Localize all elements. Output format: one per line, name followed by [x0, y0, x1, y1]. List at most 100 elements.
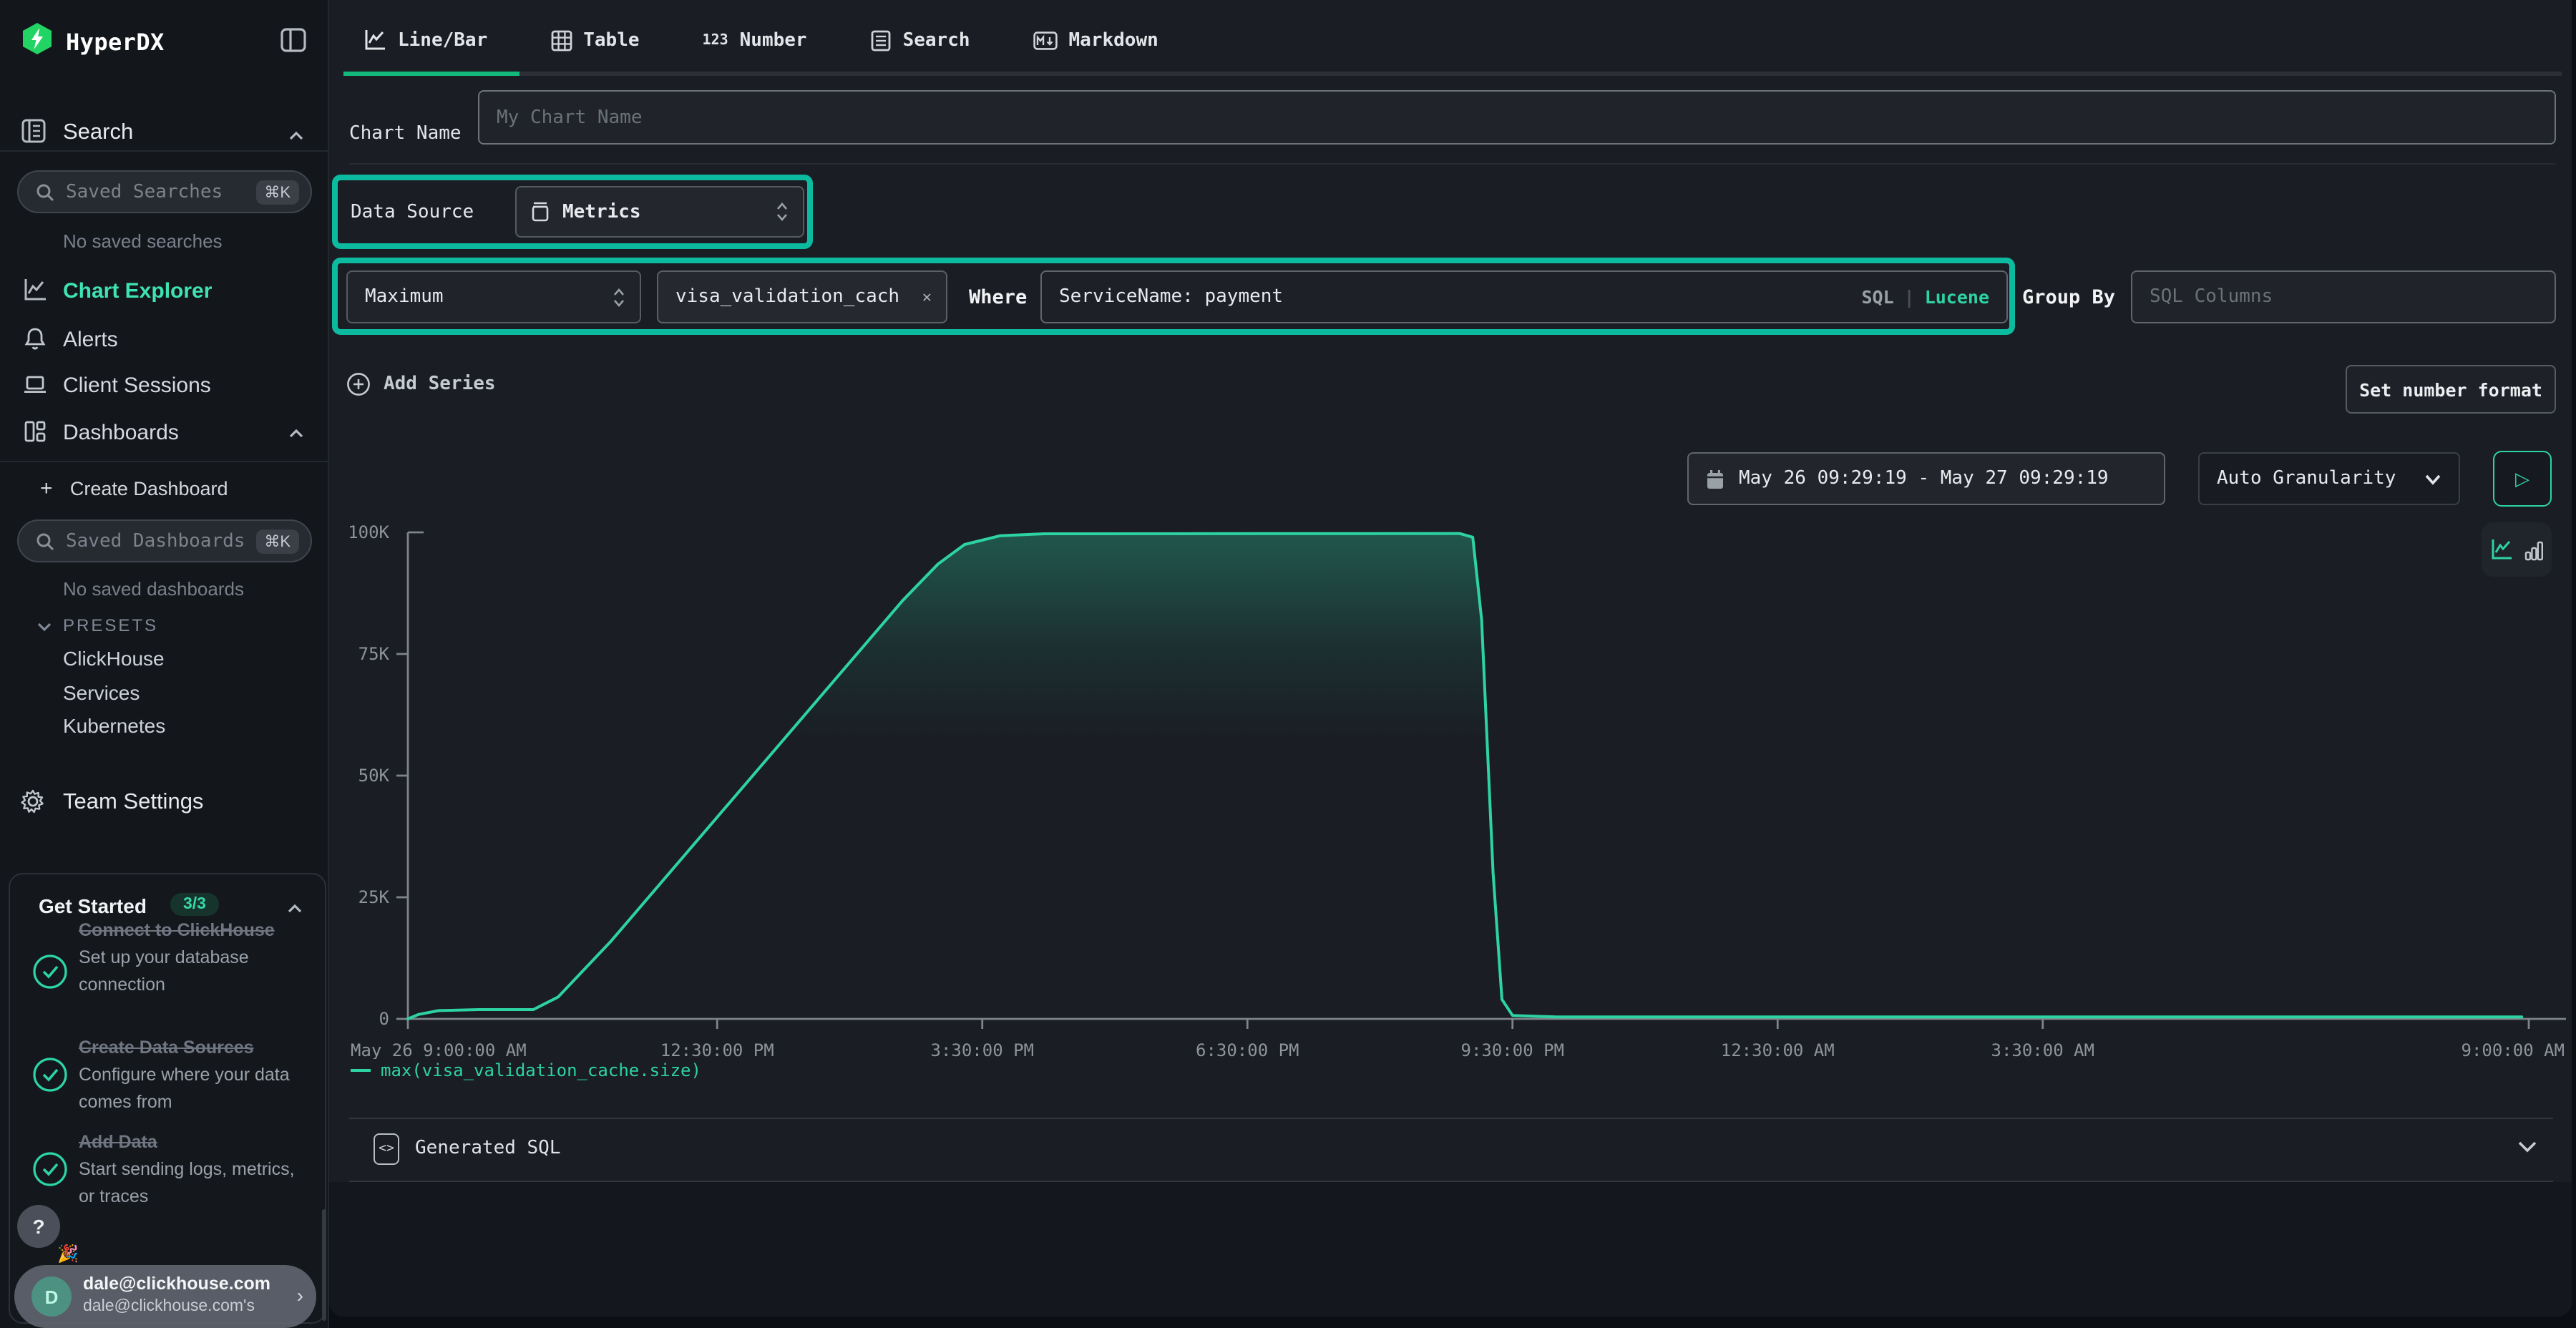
preset-clickhouse[interactable]: ClickHouse: [63, 647, 165, 670]
close-icon[interactable]: ✕: [922, 288, 932, 306]
generated-sql-row[interactable]: <> Generated SQL: [329, 1118, 2572, 1181]
help-button[interactable]: ?: [17, 1205, 60, 1248]
chevron-right-icon: ›: [297, 1284, 303, 1307]
sidebar-collapse-icon[interactable]: [280, 27, 306, 53]
tab-search[interactable]: Search: [850, 11, 990, 69]
laptop-icon: [23, 372, 47, 396]
saved-searches-placeholder: Saved Searches: [66, 181, 255, 202]
chevron-down-icon[interactable]: [2517, 1141, 2537, 1153]
database-icon: [531, 202, 550, 222]
chevron-up-icon[interactable]: [286, 126, 306, 146]
chart-legend[interactable]: max(visa_validation_cache.size): [351, 1060, 701, 1080]
where-input[interactable]: ServiceName: payment SQL|Lucene: [1040, 270, 2008, 323]
sidebar-section-search[interactable]: Search: [63, 120, 133, 146]
search-icon: [36, 532, 54, 550]
saved-dashboards-input[interactable]: Saved Dashboards ⌘K: [17, 519, 312, 562]
get-started-progress-badge: 3/3: [170, 893, 219, 916]
sidebar-item-alerts[interactable]: Alerts: [0, 321, 329, 361]
get-started-item-title: Add Data: [79, 1129, 308, 1156]
svg-text:50K: 50K: [358, 766, 390, 786]
preset-kubernetes[interactable]: Kubernetes: [63, 714, 165, 737]
no-saved-dashboards-text: No saved dashboards: [63, 578, 244, 600]
sidebar-item-client-sessions[interactable]: Client Sessions: [0, 366, 329, 406]
shortcut-badge: ⌘K: [255, 529, 299, 553]
svg-text:0: 0: [379, 1009, 389, 1029]
date-range-input[interactable]: May 26 09:29:19 - May 27 09:29:19: [1687, 452, 2165, 505]
get-started-item[interactable]: Create Data Sources Configure where your…: [79, 1035, 308, 1116]
metric-chip-label: visa_validation_cach: [675, 286, 899, 308]
tab-markdown[interactable]: Markdown: [1013, 11, 1179, 69]
sidebar-scrollbar[interactable]: [322, 1209, 326, 1321]
tab-line-bar[interactable]: Line/Bar: [343, 11, 507, 69]
get-started-item[interactable]: Add Data Start sending logs, metrics, or…: [79, 1129, 308, 1211]
app-viewport: HyperDX Search Saved Searches ⌘K No save…: [0, 0, 2576, 1328]
sidebar-item-label: Chart Explorer: [63, 279, 212, 303]
sidebar-item-dashboards[interactable]: Dashboards: [0, 414, 329, 454]
saved-dashboards-placeholder: Saved Dashboards: [66, 530, 255, 552]
tab-number[interactable]: 123 Number: [683, 11, 827, 69]
set-number-format-button[interactable]: Set number format: [2346, 365, 2556, 414]
add-series-button[interactable]: Add Series: [346, 372, 496, 396]
get-started-item-title: Create Data Sources: [79, 1035, 308, 1062]
presets-header[interactable]: PRESETS: [63, 615, 158, 635]
code-icon: <>: [374, 1133, 399, 1165]
chevron-up-icon[interactable]: [285, 899, 305, 919]
get-started-title: Get Started: [39, 894, 147, 917]
get-started-item-desc: Configure where your data comes from: [79, 1062, 308, 1116]
aggregation-value: Maximum: [365, 286, 444, 308]
select-chevrons-icon: [613, 287, 625, 307]
sidebar-item-label: Alerts: [63, 328, 118, 352]
get-started-panel: Get Started 3/3 Connect to ClickHouse Se…: [9, 873, 326, 1324]
svg-text:12:30:00 PM: 12:30:00 PM: [660, 1040, 774, 1059]
user-menu[interactable]: D dale@clickhouse.com dale@clickhouse.co…: [14, 1265, 316, 1328]
aggregation-select[interactable]: Maximum: [346, 270, 641, 323]
metric-chip[interactable]: visa_validation_cach ✕: [657, 270, 947, 323]
granularity-select[interactable]: Auto Granularity: [2198, 452, 2460, 505]
where-value: ServiceName: payment: [1059, 286, 1283, 308]
sidebar-item-team-settings[interactable]: Team Settings: [20, 786, 329, 820]
avatar: D: [31, 1276, 72, 1317]
saved-searches-input[interactable]: Saved Searches ⌘K: [17, 170, 312, 213]
chart-name-input[interactable]: My Chart Name: [478, 90, 2556, 145]
markdown-icon: [1033, 31, 1058, 49]
team-settings-label: Team Settings: [63, 790, 203, 816]
data-source-value: Metrics: [562, 201, 641, 223]
main-panel: Line/Bar Table 123 Number: [329, 0, 2572, 1317]
select-chevrons-icon: [776, 202, 789, 222]
svg-text:3:30:00 PM: 3:30:00 PM: [931, 1040, 1035, 1059]
legend-swatch: [351, 1069, 371, 1072]
play-icon: ▷: [2515, 467, 2529, 490]
svg-text:25K: 25K: [358, 887, 390, 907]
legend-label: max(visa_validation_cache.size): [381, 1060, 701, 1080]
get-started-item[interactable]: Connect to ClickHouse Set up your databa…: [79, 917, 308, 999]
sidebar-item-label: Dashboards: [63, 421, 179, 445]
group-by-placeholder: SQL Columns: [2150, 286, 2273, 308]
group-by-label: Group By: [2022, 286, 2115, 309]
check-circle-icon: [31, 1056, 69, 1093]
shortcut-badge: ⌘K: [255, 180, 299, 204]
document-list-icon: [870, 29, 892, 51]
tab-label: Markdown: [1069, 29, 1158, 51]
create-dashboard-button[interactable]: + Create Dashboard: [40, 477, 228, 501]
tab-label: Number: [740, 29, 807, 51]
run-query-button[interactable]: ▷: [2493, 451, 2552, 507]
preset-services[interactable]: Services: [63, 681, 140, 704]
lucene-toggle[interactable]: Lucene: [1925, 286, 1989, 308]
sql-toggle[interactable]: SQL: [1861, 286, 1893, 308]
chart-svg[interactable]: 100K75K50K25K0May 26 9:00:00 AM12:30:00 …: [329, 515, 2576, 1059]
query-language-toggle: SQL|Lucene: [1861, 286, 1989, 308]
sidebar-item-chart-explorer[interactable]: Chart Explorer: [0, 272, 329, 312]
tab-label: Line/Bar: [398, 29, 487, 51]
group-by-input[interactable]: SQL Columns: [2131, 270, 2556, 323]
divider: [349, 163, 2556, 165]
data-source-select[interactable]: Metrics: [515, 186, 804, 238]
tab-table[interactable]: Table: [530, 11, 659, 69]
svg-text:75K: 75K: [358, 644, 390, 664]
plus-circle-icon: [346, 372, 371, 396]
chevron-down-icon[interactable]: [34, 617, 54, 637]
tab-label: Search: [903, 29, 970, 51]
chart-explorer-icon: [23, 278, 47, 302]
brand-name: HyperDX: [66, 29, 165, 56]
chevron-up-icon[interactable]: [286, 424, 306, 444]
where-label: Where: [969, 286, 1027, 309]
